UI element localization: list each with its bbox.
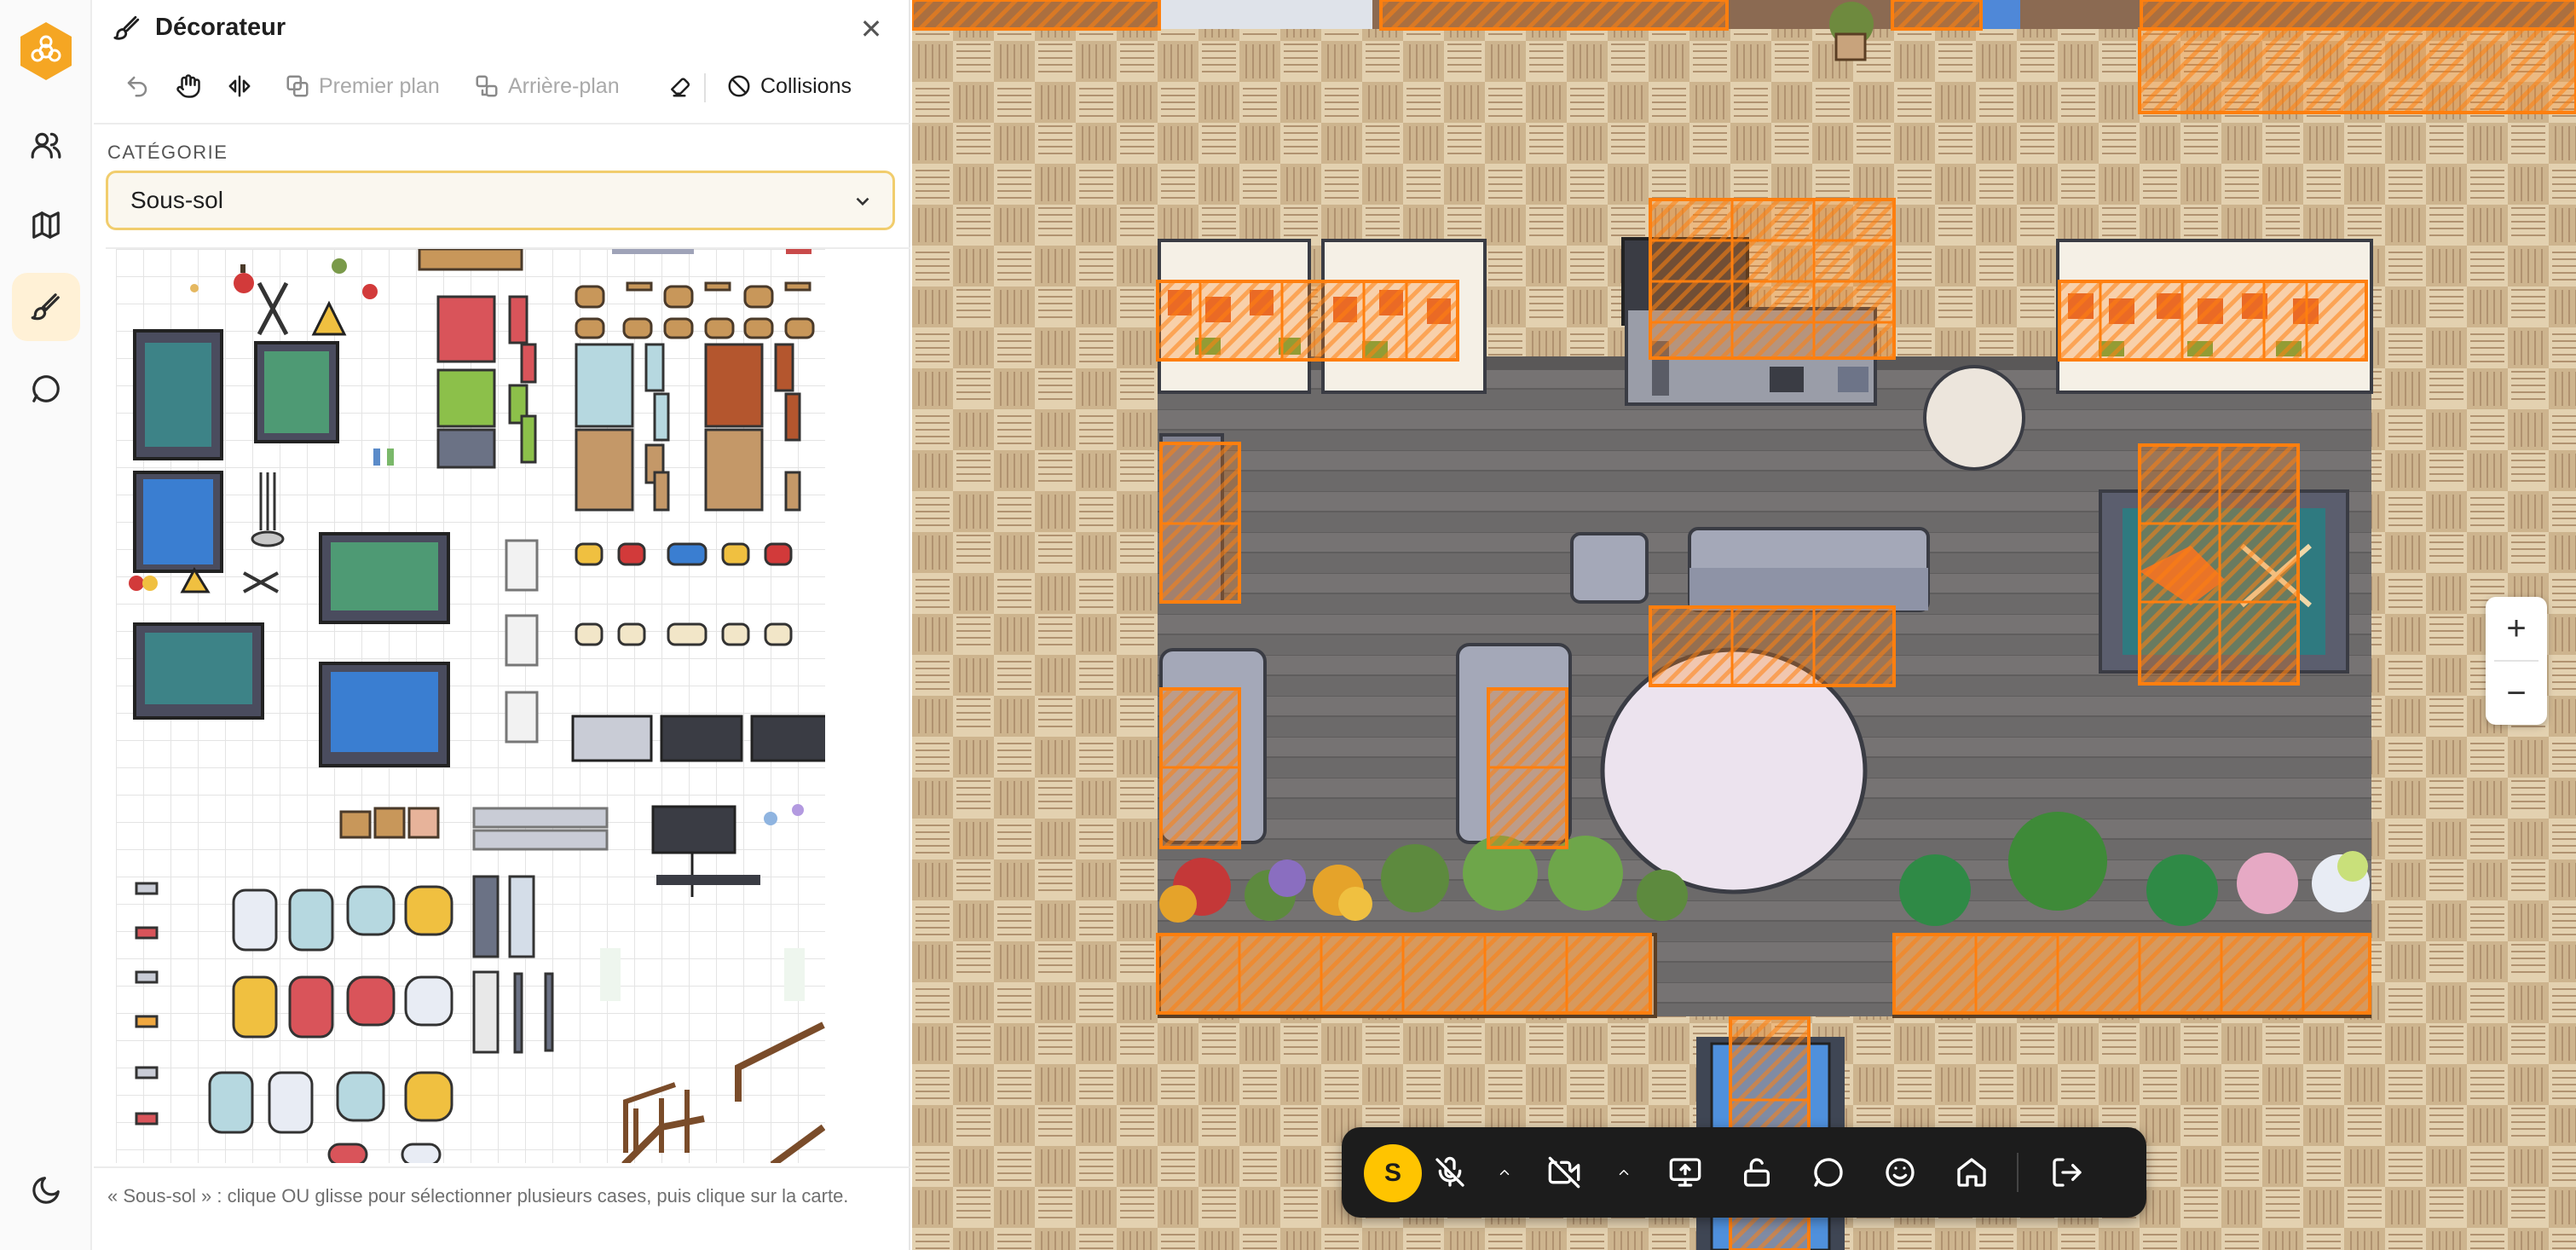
divider [94, 123, 910, 124]
foreground-button[interactable]: Premier plan [285, 67, 440, 106]
background-label: Arrière-plan [508, 73, 620, 98]
zoom-out-button[interactable]: − [2486, 662, 2547, 725]
map-icon[interactable] [12, 191, 80, 259]
camera-off-icon[interactable] [1543, 1151, 1585, 1194]
background-button[interactable]: Arrière-plan [474, 67, 620, 106]
control-bar: S [1342, 1127, 2146, 1218]
mic-off-icon[interactable] [1429, 1151, 1471, 1194]
map-scene[interactable] [912, 0, 2576, 1250]
brush-icon [113, 15, 140, 40]
chevron-down-icon [856, 197, 869, 206]
flip-icon [228, 75, 251, 97]
screen-share-icon[interactable] [1664, 1151, 1707, 1194]
exit-icon[interactable] [2046, 1151, 2088, 1194]
left-rail [0, 0, 92, 1250]
chevron-up-icon[interactable] [1603, 1151, 1645, 1194]
tileset-sprites[interactable] [116, 249, 825, 1163]
category-label: CATÉGORIE [107, 142, 228, 163]
foreground-label: Premier plan [319, 73, 440, 98]
lock-open-icon[interactable] [1736, 1151, 1778, 1194]
toolbar-separator [704, 73, 706, 102]
zoom-controls: + − [2486, 597, 2547, 725]
app-logo-icon[interactable] [12, 17, 80, 85]
decorator-panel: Décorateur ✕ Premier plan Arrière-plan C… [94, 0, 910, 1250]
bring-front-icon [286, 75, 309, 97]
undo-button[interactable] [124, 67, 150, 106]
chat-bubble-icon[interactable] [1807, 1151, 1850, 1194]
users-icon[interactable] [12, 111, 80, 179]
ban-icon [728, 75, 750, 97]
panel-title: Décorateur [155, 14, 286, 41]
panel-header: Décorateur ✕ [94, 0, 910, 56]
close-button[interactable]: ✕ [854, 12, 888, 46]
map-canvas[interactable]: + − [912, 0, 2576, 1250]
hand-icon [176, 74, 200, 98]
category-select[interactable]: Sous-sol [106, 171, 895, 230]
panel-hint: « Sous-sol » : clique OU glisse pour sél… [94, 1166, 910, 1250]
zoom-in-button[interactable]: + [2486, 597, 2547, 660]
collisions-label: Collisions [760, 73, 852, 98]
collisions-toggle[interactable]: Collisions [726, 67, 852, 106]
tileset-palette[interactable] [106, 247, 910, 1163]
flip-tool-button[interactable] [227, 67, 252, 106]
moon-icon[interactable] [12, 1156, 80, 1224]
avatar[interactable]: S [1364, 1144, 1422, 1202]
home-icon[interactable] [1950, 1151, 1993, 1194]
toolbar-separator [2017, 1153, 2019, 1192]
undo-icon [127, 76, 147, 97]
chevron-up-icon[interactable] [1483, 1151, 1526, 1194]
send-back-icon [476, 75, 498, 97]
chat-bubble-icon[interactable] [12, 355, 80, 423]
brush-icon[interactable] [12, 273, 80, 341]
emoji-icon[interactable] [1879, 1151, 1921, 1194]
eraser-button[interactable] [667, 67, 692, 106]
pan-tool-button[interactable] [176, 67, 201, 106]
category-value: Sous-sol [130, 187, 223, 213]
decorator-toolbar: Premier plan Arrière-plan Collisions [94, 61, 910, 113]
eraser-icon [671, 78, 690, 97]
